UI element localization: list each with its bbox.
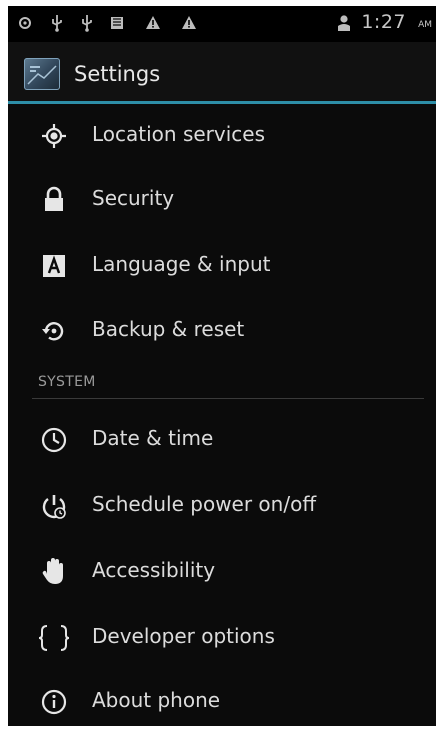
section-header-system: SYSTEM — [38, 374, 96, 390]
phone-screen: 1:27 AM Settings Location services Secur… — [8, 6, 436, 726]
settings-item-label: Security — [92, 186, 175, 210]
settings-app-icon[interactable] — [24, 58, 60, 90]
settings-item-label: Accessibility — [92, 558, 216, 582]
status-bar: 1:27 AM — [8, 6, 436, 42]
settings-item-date-time[interactable]: Date & time — [8, 408, 436, 472]
settings-item-label: Schedule power on/off — [92, 492, 317, 516]
settings-item-schedule-power[interactable]: Schedule power on/off — [8, 474, 436, 538]
sd-card-icon — [108, 14, 126, 32]
location-icon — [38, 120, 70, 152]
warning-icon — [144, 14, 162, 32]
settings-item-about-phone[interactable]: About phone — [8, 670, 436, 726]
info-icon — [38, 686, 70, 718]
clock-time: 1:27 — [361, 11, 406, 33]
settings-item-accessibility[interactable]: Accessibility — [8, 540, 436, 604]
section-divider — [32, 398, 424, 399]
settings-item-developer-options[interactable]: Developer options — [8, 606, 436, 670]
backup-restore-icon — [38, 315, 70, 347]
braces-icon — [38, 622, 70, 654]
person-icon — [335, 14, 353, 32]
keyboard-a-icon — [38, 250, 70, 282]
clock-ampm: AM — [418, 20, 432, 30]
settings-item-location-services[interactable]: Location services — [8, 104, 436, 168]
warning-icon — [180, 14, 198, 32]
settings-item-label: Developer options — [92, 624, 275, 648]
settings-item-backup-reset[interactable]: Backup & reset — [8, 299, 436, 363]
settings-item-label: About phone — [92, 688, 221, 712]
settings-item-label: Location services — [92, 122, 266, 146]
usb-icon — [48, 14, 66, 32]
settings-item-language-input[interactable]: Language & input — [8, 234, 436, 298]
lock-icon — [38, 184, 70, 216]
settings-item-label: Backup & reset — [92, 317, 245, 341]
usb-icon — [78, 14, 96, 32]
settings-item-label: Date & time — [92, 426, 214, 450]
page-title: Settings — [74, 62, 161, 86]
power-schedule-icon — [38, 490, 70, 522]
action-bar — [8, 42, 436, 102]
hand-icon — [38, 556, 70, 588]
clock-icon — [38, 424, 70, 456]
settings-item-security[interactable]: Security — [8, 168, 436, 232]
settings-item-label: Language & input — [92, 252, 271, 276]
usb-debug-icon — [16, 14, 34, 32]
